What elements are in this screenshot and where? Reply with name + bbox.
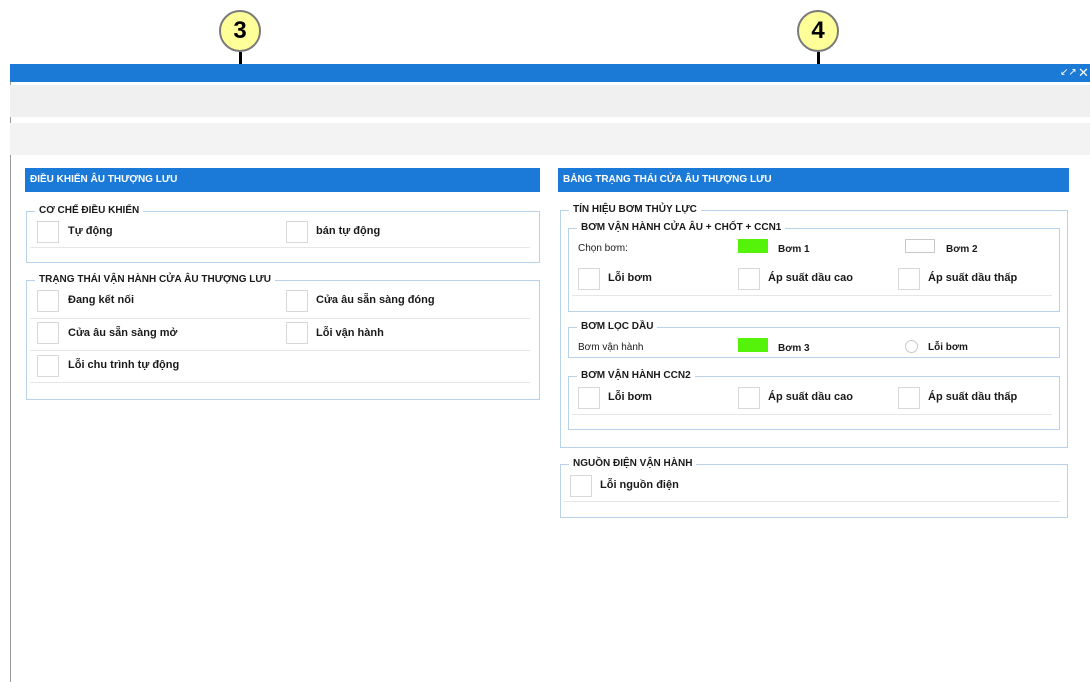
right-panel-header: BẢNG TRẠNG THÁI CỬA ÂU THƯỢNG LƯU	[558, 168, 1069, 192]
toolbar-strip-1	[10, 85, 1090, 117]
running-pump-label: Bơm vận hành	[578, 342, 644, 353]
callout-3: 3	[219, 10, 261, 52]
filter-pump-error-label: Lỗi bơm	[928, 342, 968, 353]
ccn2-pump-error-checkbox[interactable]	[578, 387, 600, 409]
ccn2-oil-low-label: Áp suất dầu thấp	[928, 391, 1018, 403]
pump-error-label: Lỗi bơm	[608, 272, 652, 284]
power-error-checkbox[interactable]	[570, 475, 592, 497]
separator	[30, 318, 530, 319]
auto-cycle-error-label: Lỗi chu trình tự động	[68, 359, 180, 371]
ready-open-checkbox[interactable]	[37, 322, 59, 344]
connecting-label: Đang kết nối	[68, 294, 135, 306]
ccn2-pump-error-label: Lỗi bơm	[608, 391, 652, 403]
pump2-indicator	[905, 239, 935, 253]
semi-auto-checkbox[interactable]	[286, 221, 308, 243]
power-error-label: Lỗi nguồn điện	[600, 479, 679, 491]
power-legend: NGUỒN ĐIỆN VẬN HÀNH	[569, 458, 697, 470]
callout-4: 4	[797, 10, 839, 52]
hydraulic-signal-legend: TÍN HIỆU BƠM THỦY LỰC	[569, 204, 701, 216]
window-titlebar: ↙↗ ✕	[10, 64, 1090, 82]
ready-close-label: Cửa âu sẵn sàng đóng	[316, 294, 435, 306]
connecting-checkbox[interactable]	[37, 290, 59, 312]
separator	[30, 350, 530, 351]
pump-error-checkbox[interactable]	[578, 268, 600, 290]
pump1-indicator	[738, 239, 768, 253]
select-pump-label: Chọn bơm:	[578, 243, 628, 254]
pump2-label: Bơm 2	[946, 244, 978, 255]
op-error-label: Lỗi vận hành	[316, 327, 384, 339]
ccn2-oil-low-checkbox[interactable]	[898, 387, 920, 409]
ccn2-oil-high-checkbox[interactable]	[738, 387, 760, 409]
oil-low-label: Áp suất dầu thấp	[928, 272, 1018, 284]
separator	[564, 501, 1060, 502]
oil-high-label: Áp suất dầu cao	[768, 272, 853, 284]
ccn2-pump-legend: BƠM VẬN HÀNH CCN2	[577, 370, 695, 382]
operation-status-legend: TRẠNG THÁI VẬN HÀNH CỬA ÂU THƯỢNG LƯU	[35, 274, 275, 286]
close-icon[interactable]: ✕	[1078, 64, 1089, 82]
auto-cycle-error-checkbox[interactable]	[37, 355, 59, 377]
ready-close-checkbox[interactable]	[286, 290, 308, 312]
filter-pump-legend: BƠM LỌC DẦU	[577, 321, 658, 333]
pump3-indicator	[738, 338, 768, 352]
separator	[30, 247, 530, 248]
oil-high-checkbox[interactable]	[738, 268, 760, 290]
pump3-label: Bơm 3	[778, 343, 810, 354]
op-error-checkbox[interactable]	[286, 322, 308, 344]
collapse-arrows-icon[interactable]: ↙↗	[1060, 64, 1077, 82]
toolbar-strip-2	[10, 123, 1090, 155]
separator	[572, 295, 1052, 296]
separator	[572, 414, 1052, 415]
auto-checkbox[interactable]	[37, 221, 59, 243]
oil-low-checkbox[interactable]	[898, 268, 920, 290]
gate-pump-legend: BƠM VẬN HÀNH CỬA ÂU + CHỐT + CCN1	[577, 222, 786, 234]
control-mode-legend: CƠ CHẾ ĐIỀU KHIỂN	[35, 205, 144, 217]
auto-label: Tự động	[68, 225, 113, 237]
semi-auto-label: bán tự động	[316, 225, 381, 237]
separator	[30, 382, 530, 383]
gate-pump-group: BƠM VẬN HÀNH CỬA ÂU + CHỐT + CCN1	[568, 222, 1060, 312]
ccn2-oil-high-label: Áp suất dầu cao	[768, 391, 853, 403]
left-panel-header: ĐIỀU KHIỂN ÂU THƯỢNG LƯU	[25, 168, 540, 192]
filter-pump-error-radio[interactable]	[905, 340, 918, 353]
ready-open-label: Cửa âu sẵn sàng mở	[68, 327, 178, 339]
pump1-label: Bơm 1	[778, 244, 810, 255]
